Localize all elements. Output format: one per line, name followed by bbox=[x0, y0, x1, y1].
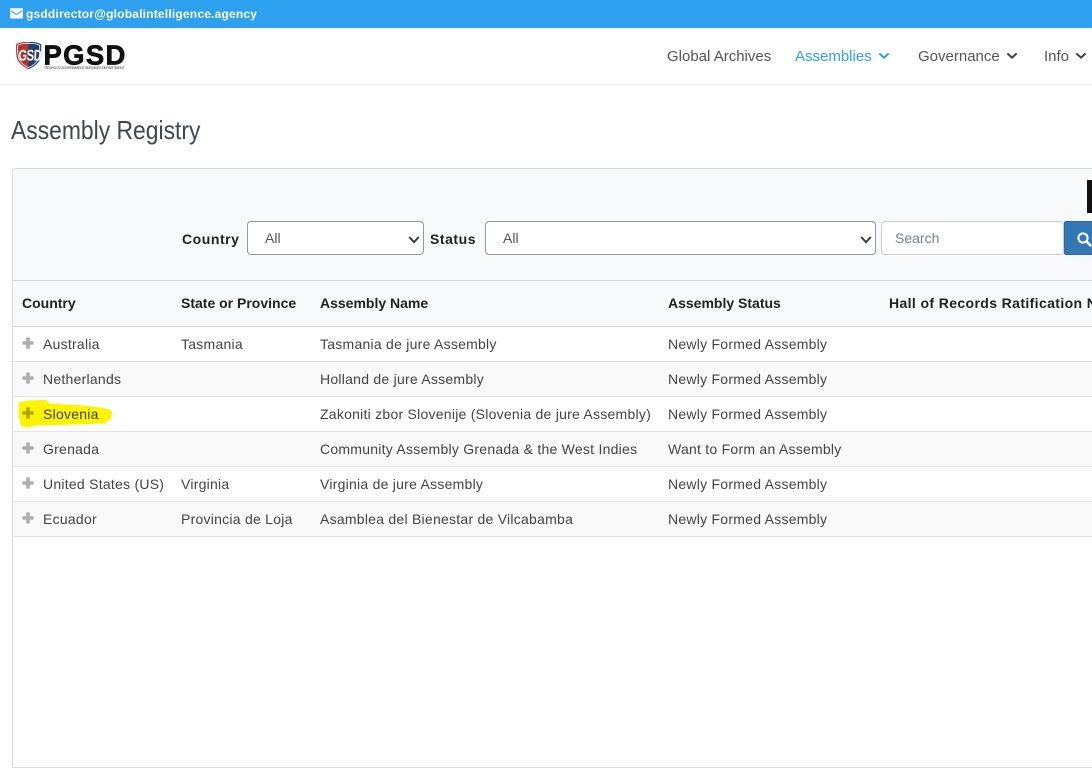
svg-text:GSD: GSD bbox=[18, 47, 43, 64]
svg-text:PEOPLES GOVERNMENT SERVICES DE: PEOPLES GOVERNMENT SERVICES DEPARTMENT bbox=[45, 66, 126, 70]
